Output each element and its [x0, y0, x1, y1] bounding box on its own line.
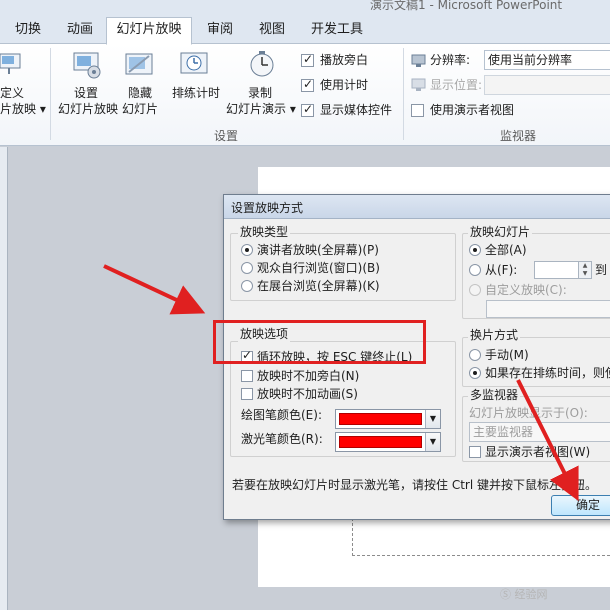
- tab-slide-show[interactable]: 幻灯片放映: [106, 17, 192, 45]
- annotation-arrow-left: [103, 264, 206, 315]
- annotation-arrow-ok: [516, 379, 579, 502]
- annotation-arrows: [103, 264, 579, 502]
